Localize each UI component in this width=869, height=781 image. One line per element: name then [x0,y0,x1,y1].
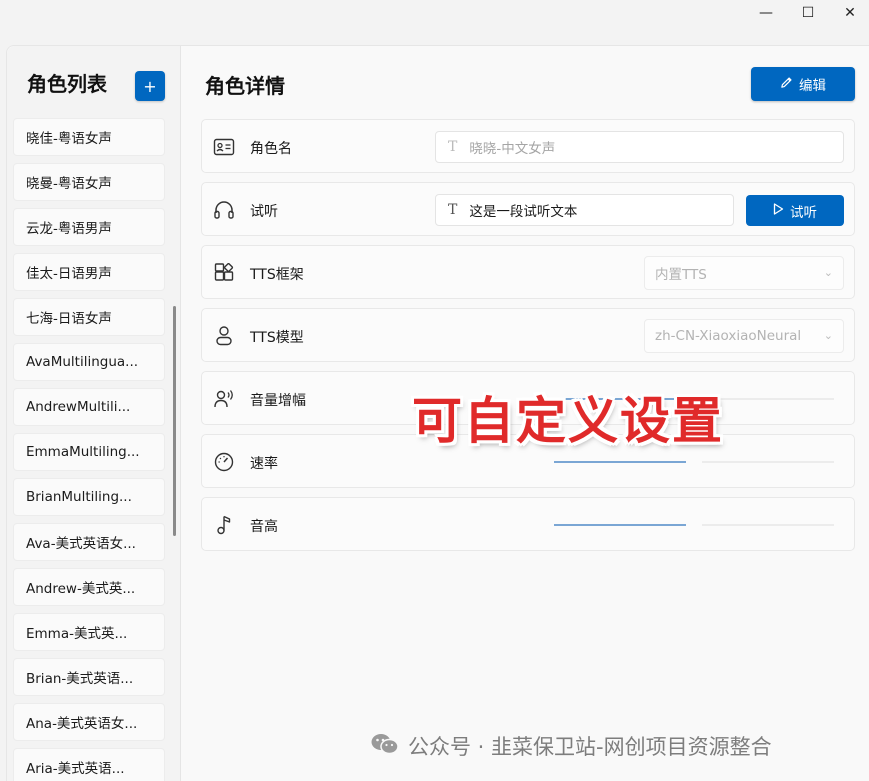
slider-fill [554,461,686,463]
rate-slider[interactable] [554,461,834,464]
field-row-model: TTS模型 zh-CN-XiaoxiaoNeural ⌄ [201,308,855,362]
add-role-button[interactable]: + [135,71,165,101]
id-card-icon [212,135,236,159]
music-note-icon [212,513,236,537]
field-row-pitch: 音高 [201,497,855,551]
field-label-rate: 速率 [250,456,278,472]
role-list-item[interactable]: Aria-美式英语... [13,748,165,781]
role-list: 晓佳-粤语女声 晓曼-粤语女声 云龙-粤语男声 佳太-日语男声 七海-日语女声 … [13,118,165,781]
overlay-caption: 可自定义设置 [412,392,724,450]
slider-fill [554,524,686,526]
maximize-button[interactable]: ☐ [788,0,828,26]
sidebar-title: 角色列表 [27,72,107,96]
role-name-input[interactable]: T 晓晓-中文女声 [435,131,844,163]
field-label-volume: 音量增幅 [250,393,306,409]
role-list-item[interactable]: 佳太-日语男声 [13,253,165,291]
role-list-item[interactable]: Emma-美式英... [13,613,165,651]
minimize-button[interactable]: — [746,0,786,26]
apps-icon [212,261,236,285]
field-row-listen: 试听 T 这是一段试听文本 试听 [201,182,855,236]
speedometer-icon [212,450,236,474]
listen-button[interactable]: 试听 [746,195,844,226]
field-label-listen: 试听 [250,204,278,220]
field-label-name: 角色名 [250,141,292,157]
person-icon [212,324,236,348]
role-list-item[interactable]: 七海-日语女声 [13,298,165,336]
chevron-down-icon: ⌄ [823,266,833,279]
field-label-model: TTS模型 [250,330,304,346]
watermark-text: 公众号 · 韭菜保卫站-网创项目资源整合 [408,735,772,759]
edit-button[interactable]: 编辑 [751,67,855,101]
play-icon [773,202,784,219]
pitch-slider[interactable] [554,524,834,527]
title-bar: — ☐ ✕ [0,0,869,36]
chevron-down-icon: ⌄ [823,329,833,342]
slider-track [702,524,834,526]
field-label-framework: TTS框架 [250,267,304,283]
sidebar: 角色列表 + 晓佳-粤语女声 晓曼-粤语女声 云龙-粤语男声 佳太-日语男声 七… [7,46,181,781]
edit-button-label: 编辑 [799,78,826,94]
role-list-item[interactable]: AvaMultilingua... [13,343,165,381]
field-row-framework: TTS框架 内置TTS ⌄ [201,245,855,299]
role-list-item[interactable]: EmmaMultiling... [13,433,165,471]
role-list-item[interactable]: BrianMultiling... [13,478,165,516]
field-row-name: 角色名 T 晓晓-中文女声 [201,119,855,173]
headphones-icon [212,198,236,222]
role-list-item[interactable]: 云龙-粤语男声 [13,208,165,246]
pencil-icon [780,76,793,93]
text-type-icon: T [448,202,458,218]
role-list-item[interactable]: Brian-美式英语... [13,658,165,696]
listen-button-label: 试听 [790,204,817,221]
role-list-item[interactable]: Andrew-美式英... [13,568,165,606]
text-type-icon: T [448,139,458,155]
sidebar-scrollbar[interactable] [173,306,176,536]
wechat-icon [370,732,400,761]
framework-select[interactable]: 内置TTS ⌄ [644,256,844,290]
page-title: 角色详情 [205,74,285,98]
model-select-value: zh-CN-XiaoxiaoNeural [655,328,802,344]
framework-select-value: 内置TTS [655,267,707,283]
preview-text-input[interactable]: T 这是一段试听文本 [435,194,734,226]
field-label-pitch: 音高 [250,519,278,535]
watermark: 公众号 · 韭菜保卫站-网创项目资源整合 [370,731,772,761]
role-list-item[interactable]: AndrewMultili... [13,388,165,426]
role-list-item[interactable]: 晓佳-粤语女声 [13,118,165,156]
preview-text-value: 这是一段试听文本 [469,204,578,220]
role-list-item[interactable]: 晓曼-粤语女声 [13,163,165,201]
role-list-item[interactable]: Ana-美式英语女... [13,703,165,741]
role-name-value: 晓晓-中文女声 [469,141,556,157]
slider-track [702,461,834,463]
close-button[interactable]: ✕ [830,0,869,26]
model-select[interactable]: zh-CN-XiaoxiaoNeural ⌄ [644,319,844,353]
role-list-item[interactable]: Ava-美式英语女... [13,523,165,561]
person-voice-icon [212,387,236,411]
